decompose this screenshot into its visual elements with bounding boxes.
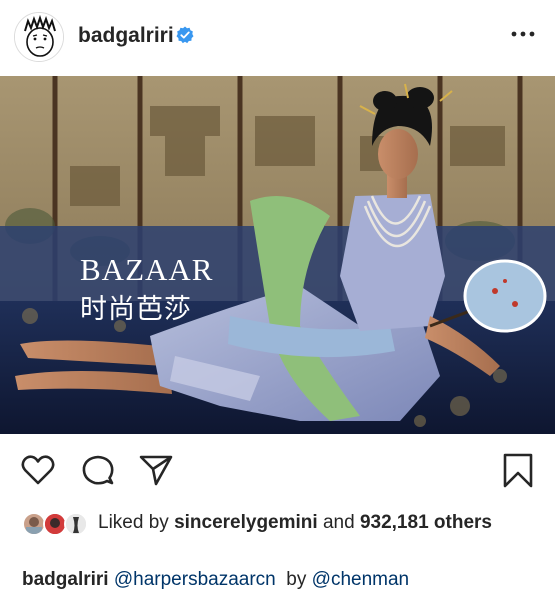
post-caption: badgalriri @harpersbazaarcn by @chenman	[22, 569, 409, 591]
magazine-logo-latin: BAZAAR	[80, 252, 214, 287]
more-options-icon[interactable]	[509, 24, 537, 44]
bookmark-icon[interactable]	[500, 452, 536, 488]
caption-username[interactable]: badgalriri	[22, 569, 109, 590]
likes-row: Liked by sincerelygemini and 932,181 oth…	[0, 500, 555, 560]
avatar[interactable]	[14, 12, 64, 62]
magazine-logo-chinese: 时尚芭莎	[80, 294, 192, 325]
likes-summary: Liked by sincerelygemini and 932,181 oth…	[98, 511, 518, 535]
caption-by: by	[286, 569, 307, 590]
caption-mention-chenman[interactable]: @chenman	[312, 569, 409, 590]
comment-icon[interactable]	[80, 452, 116, 488]
heart-icon[interactable]	[20, 452, 56, 488]
likes-count[interactable]: 932,181	[360, 512, 429, 533]
post-header: badgalriri	[0, 0, 555, 76]
likes-prefix: Liked by	[98, 512, 169, 533]
verified-badge-icon	[176, 26, 194, 44]
likes-conjunction: and	[322, 512, 355, 533]
share-icon[interactable]	[138, 452, 174, 488]
likes-suffix[interactable]: others	[434, 512, 492, 533]
post-photo[interactable]: BAZAAR 时尚芭莎	[0, 76, 555, 434]
caption-mention-harpersbazaarcn[interactable]: @harpersbazaarcn	[114, 569, 276, 590]
liker-avatar[interactable]	[64, 512, 88, 536]
action-bar	[0, 434, 555, 500]
liker-username[interactable]: sincerelygemini	[174, 512, 318, 533]
avatar-face-icon	[15, 13, 63, 61]
post-username[interactable]: badgalriri	[78, 24, 174, 48]
